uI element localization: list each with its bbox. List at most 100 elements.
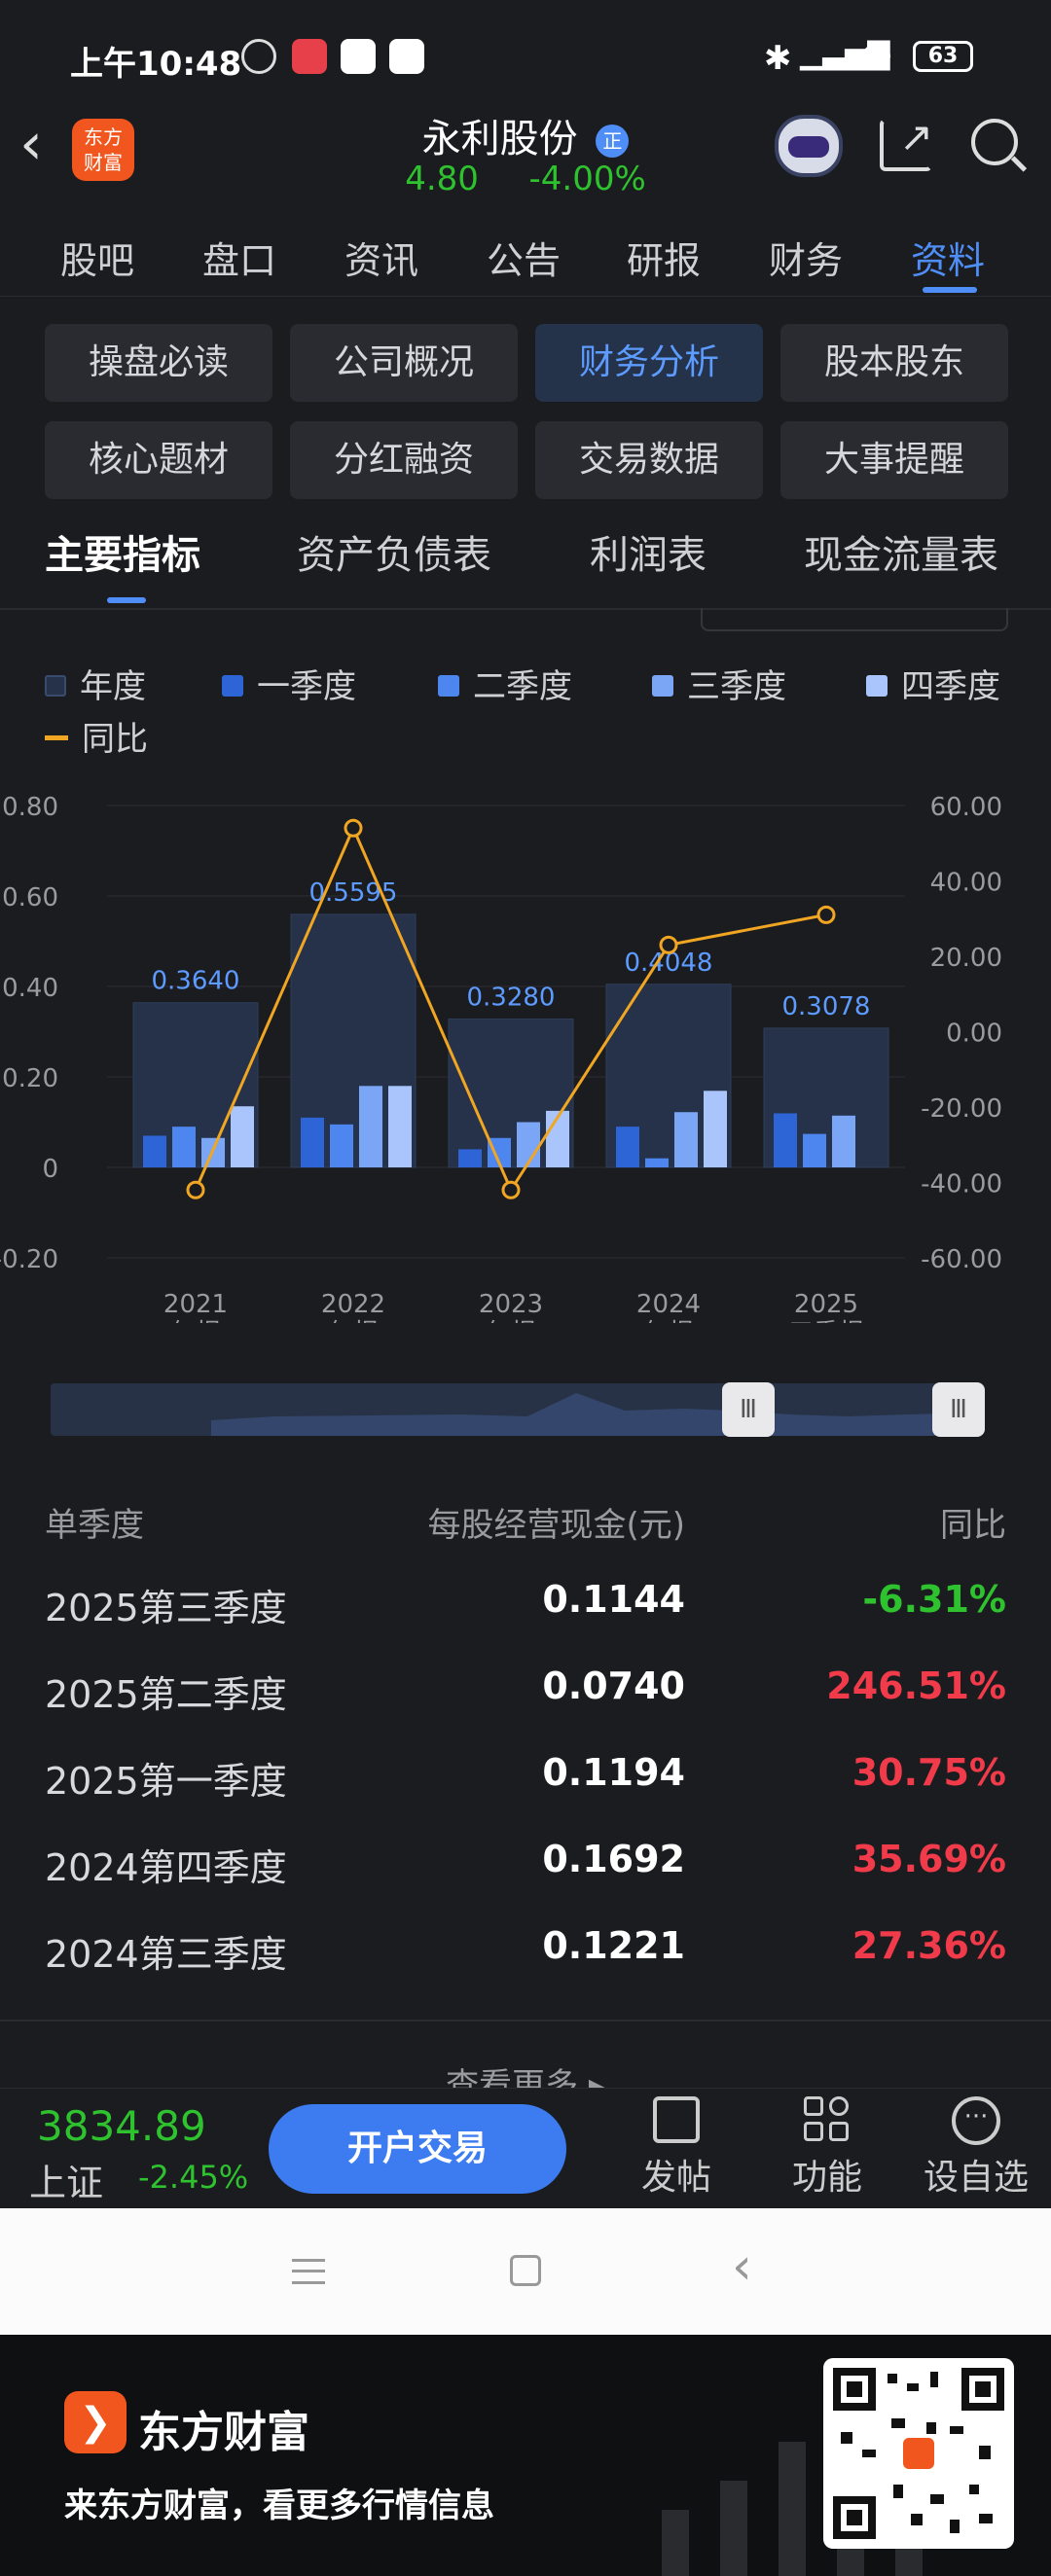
system-nav-bar: ‹ — [0, 2208, 1051, 2335]
y-tick-label: 0.80 — [2, 793, 58, 822]
active-subtab-indicator — [107, 597, 146, 603]
dropdown-remnant — [701, 608, 1008, 631]
qr-code-pattern — [833, 2368, 1004, 2539]
y-tick-label: 0.60 — [2, 883, 58, 912]
stock-header: ‹ 东方 财富 永利股份 正 4.80 -4.00% ↗ — [0, 107, 1051, 209]
y2-tick-label: 40.00 — [930, 869, 1002, 898]
row-yoy: 27.36% — [852, 1924, 1006, 1967]
combo-chart: 0.80 0.60 0.40 0.20 0 -0.20 60.00 40.00 20.00 0.0… — [0, 793, 1002, 1323]
y2-tick-label: 60.00 — [930, 793, 1002, 822]
quarter-bar — [616, 1127, 639, 1167]
table-row: 2024第三季度 0.1221 27.36% — [0, 1924, 1051, 2012]
quarter-bar — [301, 1117, 324, 1167]
btn-trading-data[interactable]: 交易数据 — [535, 421, 763, 499]
legend-label: 年度 — [80, 667, 146, 706]
x-tick-label: 2021 — [163, 1290, 228, 1319]
subtab-balance-sheet[interactable]: 资产负债表 — [297, 523, 491, 580]
tab-news[interactable]: 资讯 — [344, 231, 418, 284]
bar-data-label: 0.3078 — [782, 992, 871, 1021]
btn-dividends[interactable]: 分红融资 — [290, 421, 518, 499]
add-watchlist-button[interactable]: ··· 设自选 — [915, 2096, 1037, 2200]
tab-profile[interactable]: 资料 — [911, 231, 985, 284]
promo-slogan: 来东方财富，看更多行情信息 — [64, 2487, 494, 2525]
battery-level: 63 — [927, 44, 959, 68]
post-button[interactable]: 发帖 — [633, 2096, 720, 2200]
row-value: 0.1144 — [542, 1578, 685, 1621]
active-tab-indicator — [923, 287, 977, 293]
functions-button[interactable]: 功能 — [779, 2096, 876, 2200]
table-header: 单季度 每股经营现金(元) 同比 — [0, 1498, 1051, 1547]
legend-label: 同比 — [82, 720, 148, 759]
brand-logo-icon: ❯ — [64, 2391, 127, 2453]
row-yoy: 246.51% — [826, 1664, 1006, 1707]
row-period: 2024第三季度 — [45, 1933, 287, 1976]
row-yoy: -6.31% — [862, 1578, 1006, 1621]
legend-label: 四季度 — [901, 667, 1000, 706]
quarter-bar — [458, 1149, 482, 1167]
range-slider-track — [51, 1383, 983, 1436]
stock-price: 4.80 — [405, 160, 479, 198]
yoy-point — [659, 935, 678, 954]
open-account-trade-button[interactable]: 开户交易 — [269, 2104, 566, 2194]
menu-icon[interactable] — [292, 2259, 325, 2284]
tab-announcements[interactable]: 公告 — [487, 231, 561, 284]
quarter-bar — [330, 1124, 353, 1167]
y-tick-label: 0.20 — [2, 1064, 58, 1093]
home-icon[interactable] — [510, 2255, 541, 2286]
promo-brand: 东方财富 — [138, 2408, 309, 2457]
row-period: 2024第四季度 — [45, 1846, 287, 1889]
btn-major-events[interactable]: 大事提醒 — [780, 421, 1008, 499]
quarter-bar — [231, 1106, 254, 1167]
range-slider-handle-left[interactable]: Ⅲ — [722, 1382, 775, 1437]
app-notification-icon — [292, 39, 327, 74]
yoy-point — [186, 1180, 205, 1199]
quarter-bar — [704, 1091, 727, 1167]
tab-finance[interactable]: 财务 — [769, 231, 843, 284]
quarter-bar — [172, 1127, 196, 1167]
range-slider-preview — [211, 1393, 983, 1436]
index-value[interactable]: 3834.89 — [37, 2102, 206, 2150]
y2-tick-label: -60.00 — [921, 1245, 1002, 1274]
post-label: 发帖 — [640, 2158, 711, 2198]
tab-guba[interactable]: 股吧 — [60, 231, 134, 284]
subtab-key-indicators[interactable]: 主要指标 — [45, 523, 200, 580]
btn-financial-analysis[interactable]: 财务分析 — [535, 324, 763, 402]
range-slider-handle-right[interactable]: Ⅲ — [932, 1382, 985, 1437]
robot-assistant-icon[interactable] — [775, 115, 843, 177]
status-time: 上午10:48 — [70, 45, 242, 84]
row-period: 2025第一季度 — [45, 1760, 287, 1803]
back-nav-icon[interactable]: ‹ — [732, 2237, 752, 2296]
promo-banner: ❯ 东方财富 来东方财富，看更多行情信息 — [0, 2335, 1051, 2576]
x-tick-label: 2022 — [321, 1290, 385, 1319]
table-row: 2025第一季度 0.1194 30.75% — [0, 1751, 1051, 1839]
legend-q4: 四季度 — [866, 660, 1000, 707]
notification-icon — [341, 39, 376, 74]
legend-q1: 一季度 — [222, 660, 356, 707]
y-tick-label: -0.20 — [0, 1245, 58, 1274]
btn-trading-must-read[interactable]: 操盘必读 — [45, 324, 272, 402]
subtab-income-statement[interactable]: 利润表 — [590, 523, 707, 580]
btn-company-overview[interactable]: 公司概况 — [290, 324, 518, 402]
btn-shareholders[interactable]: 股本股东 — [780, 324, 1008, 402]
legend-yoy: 同比 — [45, 712, 148, 760]
subtab-cash-flow[interactable]: 现金流量表 — [804, 523, 998, 580]
quarter-bar — [803, 1133, 826, 1167]
x-tick-label: 年报 — [328, 1319, 379, 1323]
row-period: 2025第二季度 — [45, 1673, 287, 1716]
legend-swatch — [866, 674, 888, 697]
x-tick-label: 2024 — [636, 1290, 701, 1319]
tab-research[interactable]: 研报 — [627, 231, 701, 284]
header-period: 单季度 — [45, 1506, 144, 1545]
legend-swatch — [438, 674, 459, 697]
qr-code[interactable] — [823, 2358, 1014, 2549]
btn-core-themes[interactable]: 核心题材 — [45, 421, 272, 499]
tab-pankou[interactable]: 盘口 — [202, 231, 276, 284]
quarter-bar — [774, 1113, 797, 1167]
quarter-bar — [674, 1112, 698, 1167]
y-tick-label: 0.40 — [2, 974, 58, 1003]
legend-year: 年度 — [45, 660, 146, 707]
quarter-bar — [645, 1158, 669, 1167]
bar-data-label: 0.3280 — [467, 983, 556, 1012]
legend-q2: 二季度 — [438, 660, 572, 707]
legend-q3: 三季度 — [652, 660, 786, 707]
